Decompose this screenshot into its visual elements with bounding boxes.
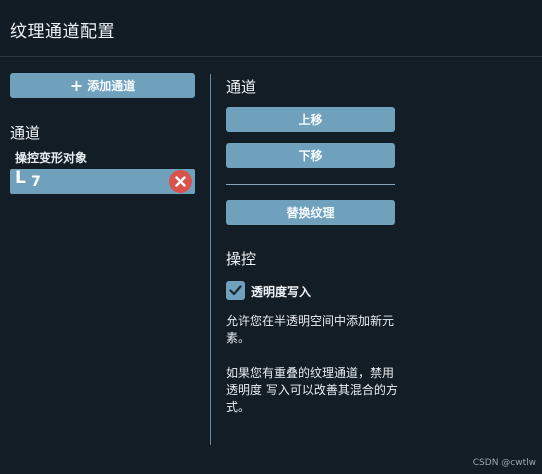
channels-heading: 通道 [10, 124, 41, 142]
channel-list-item[interactable]: L 7 [10, 168, 195, 194]
move-down-button[interactable]: 下移 [226, 143, 395, 168]
replace-texture-label: 替换纹理 [286, 206, 335, 220]
move-up-button[interactable]: 上移 [226, 107, 395, 132]
panel-divider [210, 74, 211, 445]
replace-texture-button[interactable]: 替换纹理 [226, 200, 395, 225]
overlap-description: 如果您有重叠的纹理通道，禁用透明度 写入可以改善其混合的方式。 [226, 366, 398, 414]
remove-channel-button[interactable] [169, 170, 192, 193]
window-title: 纹理通道配置 [10, 22, 115, 42]
move-down-label: 下移 [298, 149, 323, 163]
checkmark-icon [229, 285, 242, 296]
texture-channel-config-window: 纹理通道配置 + 添加通道 通道 操控变形对象 L 7 通道 上移 下移 替换纹… [0, 0, 542, 474]
transparency-write-label: 透明度写入 [251, 285, 312, 299]
channel-heading: 通道 [226, 78, 257, 96]
section-divider [226, 184, 395, 185]
add-channel-label: 添加通道 [87, 79, 136, 93]
title-bar: 纹理通道配置 [0, 0, 542, 57]
watermark: CSDN @cwtlw [472, 458, 536, 468]
plus-icon: + [69, 75, 84, 95]
add-channel-button[interactable]: + 添加通道 [10, 73, 195, 98]
move-up-label: 上移 [298, 113, 323, 127]
channel-number: 7 [31, 174, 41, 190]
channel-prefix: L [15, 168, 26, 188]
target-label: 操控变形对象 [15, 151, 88, 165]
transparency-write-checkbox[interactable] [226, 281, 245, 300]
control-heading: 操控 [226, 250, 257, 268]
transparency-description: 允许您在半透明空间中添加新元素。 [226, 314, 395, 345]
close-icon [175, 176, 186, 187]
